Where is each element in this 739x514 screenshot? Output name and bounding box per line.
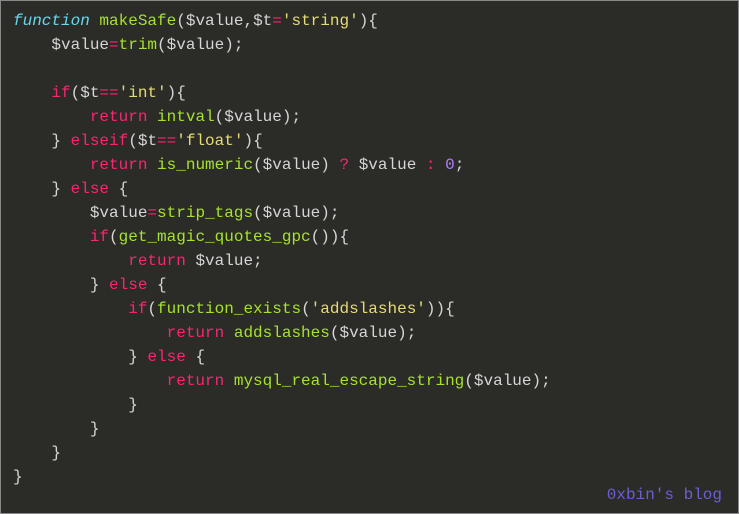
var-t: $t — [80, 84, 99, 102]
rbrace: } — [90, 420, 100, 438]
lparen: ( — [147, 300, 157, 318]
rparen: ) — [167, 84, 177, 102]
lbrace: { — [157, 276, 167, 294]
rparen: ) — [359, 12, 369, 30]
op-eqeq: == — [157, 132, 176, 150]
keyword-else: else — [109, 276, 147, 294]
lparen: ( — [215, 108, 225, 126]
lparen: ( — [71, 84, 81, 102]
rparen: ) — [436, 300, 446, 318]
rbrace: } — [128, 348, 138, 366]
keyword-if: if — [90, 228, 109, 246]
op-eq: = — [272, 12, 282, 30]
string-literal: 'float' — [176, 132, 243, 150]
function-name: makeSafe — [99, 12, 176, 30]
var-value: $value — [195, 252, 253, 270]
rbrace: } — [51, 180, 61, 198]
rbrace: } — [51, 444, 61, 462]
rparen: ) — [224, 36, 234, 54]
arg-value: $value — [263, 156, 321, 174]
rparen: ) — [426, 300, 436, 318]
keyword-return: return — [167, 324, 225, 342]
op-eqeq: == — [99, 84, 118, 102]
fn-isnumeric: is_numeric — [157, 156, 253, 174]
op-eq: = — [147, 204, 157, 222]
op-ternary-q: ? — [339, 156, 349, 174]
var-value: $value — [90, 204, 148, 222]
string-literal: 'string' — [282, 12, 359, 30]
rparen: ) — [243, 132, 253, 150]
lbrace: { — [195, 348, 205, 366]
lbrace: { — [339, 228, 349, 246]
lbrace: { — [253, 132, 263, 150]
lbrace: { — [368, 12, 378, 30]
semi: ; — [455, 156, 465, 174]
keyword-if: if — [128, 300, 147, 318]
semi: ; — [407, 324, 417, 342]
fn-functionexists: function_exists — [157, 300, 301, 318]
rparen: ) — [320, 204, 330, 222]
keyword-else: else — [147, 348, 185, 366]
fn-striptags: strip_tags — [157, 204, 253, 222]
keyword-return: return — [90, 108, 148, 126]
semi: ; — [234, 36, 244, 54]
rparen: ) — [532, 372, 542, 390]
lparen: ( — [176, 12, 186, 30]
lparen: ( — [157, 36, 167, 54]
keyword-function: function — [13, 12, 90, 30]
string-literal: 'addslashes' — [311, 300, 426, 318]
lbrace: { — [445, 300, 455, 318]
semi: ; — [541, 372, 551, 390]
rparen: ) — [320, 228, 330, 246]
rbrace: } — [51, 132, 61, 150]
fn-addslashes: addslashes — [234, 324, 330, 342]
fn-trim: trim — [119, 36, 157, 54]
rparen: ) — [397, 324, 407, 342]
arg-value: $value — [474, 372, 532, 390]
rbrace: } — [13, 468, 23, 486]
op-eq: = — [109, 36, 119, 54]
arg-value: $value — [339, 324, 397, 342]
lparen: ( — [253, 204, 263, 222]
code-block: function makeSafe($value,$t='string'){ $… — [13, 9, 726, 489]
arg-value: $value — [263, 204, 321, 222]
lparen: ( — [253, 156, 263, 174]
watermark-text: 0xbin's blog — [607, 483, 722, 507]
lparen: ( — [464, 372, 474, 390]
param-value: $value — [186, 12, 244, 30]
keyword-else: else — [71, 180, 109, 198]
lbrace: { — [119, 180, 129, 198]
lparen: ( — [311, 228, 321, 246]
comma: , — [243, 12, 253, 30]
keyword-return: return — [128, 252, 186, 270]
fn-magicquotes: get_magic_quotes_gpc — [119, 228, 311, 246]
lparen: ( — [109, 228, 119, 246]
var-t: $t — [138, 132, 157, 150]
fn-mysqlescape: mysql_real_escape_string — [234, 372, 464, 390]
param-t: $t — [253, 12, 272, 30]
semi: ; — [330, 204, 340, 222]
number-literal: 0 — [445, 156, 455, 174]
op-ternary-colon: : — [426, 156, 436, 174]
var-value: $value — [51, 36, 109, 54]
fn-intval: intval — [157, 108, 215, 126]
semi: ; — [291, 108, 301, 126]
rbrace: } — [128, 396, 138, 414]
lparen: ( — [128, 132, 138, 150]
string-literal: 'int' — [119, 84, 167, 102]
rbrace: } — [90, 276, 100, 294]
keyword-elseif: elseif — [71, 132, 129, 150]
lbrace: { — [176, 84, 186, 102]
lparen: ( — [301, 300, 311, 318]
keyword-if: if — [51, 84, 70, 102]
keyword-return: return — [90, 156, 148, 174]
var-value: $value — [359, 156, 417, 174]
keyword-return: return — [167, 372, 225, 390]
arg-value: $value — [167, 36, 225, 54]
arg-value: $value — [224, 108, 282, 126]
semi: ; — [253, 252, 263, 270]
rparen: ) — [320, 156, 330, 174]
